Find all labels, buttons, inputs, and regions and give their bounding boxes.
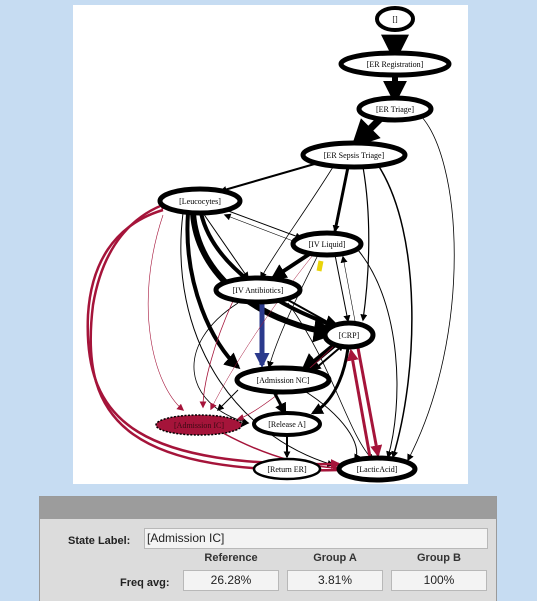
node-ertri[interactable]: [ER Triage] [356,95,434,123]
node-label: [ER Registration] [367,60,424,69]
process-graph[interactable]: [] [ER Registration] [ER Triage] [ER Sepsis… [73,5,468,484]
edge-ersep-leuco [219,162,319,193]
edge-crp-ivliq [340,255,356,322]
process-graph-panel[interactable]: [] [ER Registration] [ER Triage] [ER Sepsis… [73,5,468,484]
node-label: [Return ER] [267,465,307,474]
freq-group-a-field[interactable]: 3.81% [287,570,383,591]
node-label: [Admission NC] [256,376,309,385]
node-ivant[interactable]: [IV Antibiotics] [213,275,303,305]
freq-group-b-field[interactable]: 100% [391,570,487,591]
edge-ivant-admic [199,300,234,409]
node-crp[interactable]: [CRP] [322,320,376,350]
edge-ivliq-yellow [316,260,324,272]
edge-ivliq-crp [334,254,351,323]
column-group-a: Group A [313,552,357,564]
node-label: [Leucocytes] [179,197,221,206]
node-reter[interactable]: [Return ER] [252,457,322,481]
edge-leuco-ivliq [222,208,303,240]
state-label-caption: State Label: [68,535,131,547]
node-label: [LacticAcid] [357,465,398,474]
edge-ersep-lact [377,164,413,459]
edge-ersep-ivliq [332,166,350,233]
node-label: [] [392,15,398,24]
node-lact[interactable]: [LacticAcid] [336,455,418,483]
edge-ivliq-ivant [270,251,313,280]
node-erreg[interactable]: [ER Registration] [338,50,452,78]
node-rela[interactable]: [Release A] [252,411,322,437]
node-label: [CRP] [339,331,360,340]
panel-header-bar [40,497,496,519]
edge-ertri-lact [407,112,455,462]
node-ivliq[interactable]: [IV Liquid] [290,230,364,258]
node-label: [ER Sepsis Triage] [324,151,385,160]
edge-ertri-ersep [351,116,383,148]
edge-ivliq-leuco [223,213,302,245]
node-start[interactable]: [] [375,6,415,32]
node-ersep[interactable]: [ER Sepsis Triage] [300,140,408,170]
node-leuco[interactable]: [Leucocytes] [157,186,243,216]
node-label: [Release A] [268,420,306,429]
node-label: [Admission IC] [174,421,224,430]
node-label: [IV Antibiotics] [233,286,284,295]
column-reference: Reference [204,552,258,564]
node-admnc[interactable]: [Admission NC] [234,365,332,395]
state-info-panel: State Label: [Admission IC] Reference Gr… [39,496,497,601]
state-label-field[interactable]: [Admission IC] [144,528,488,549]
node-label: [ER Triage] [376,105,414,114]
column-group-b: Group B [417,552,461,564]
node-admic[interactable]: [Admission IC] [155,414,243,436]
edge-ivant-rela [193,302,250,425]
edge-leuco-admic [147,214,185,411]
freq-avg-caption: Freq avg: [120,577,170,589]
node-label: [IV Liquid] [309,240,346,249]
freq-reference-field[interactable]: 26.28% [183,570,279,591]
edge-ersep-crp [360,166,370,322]
